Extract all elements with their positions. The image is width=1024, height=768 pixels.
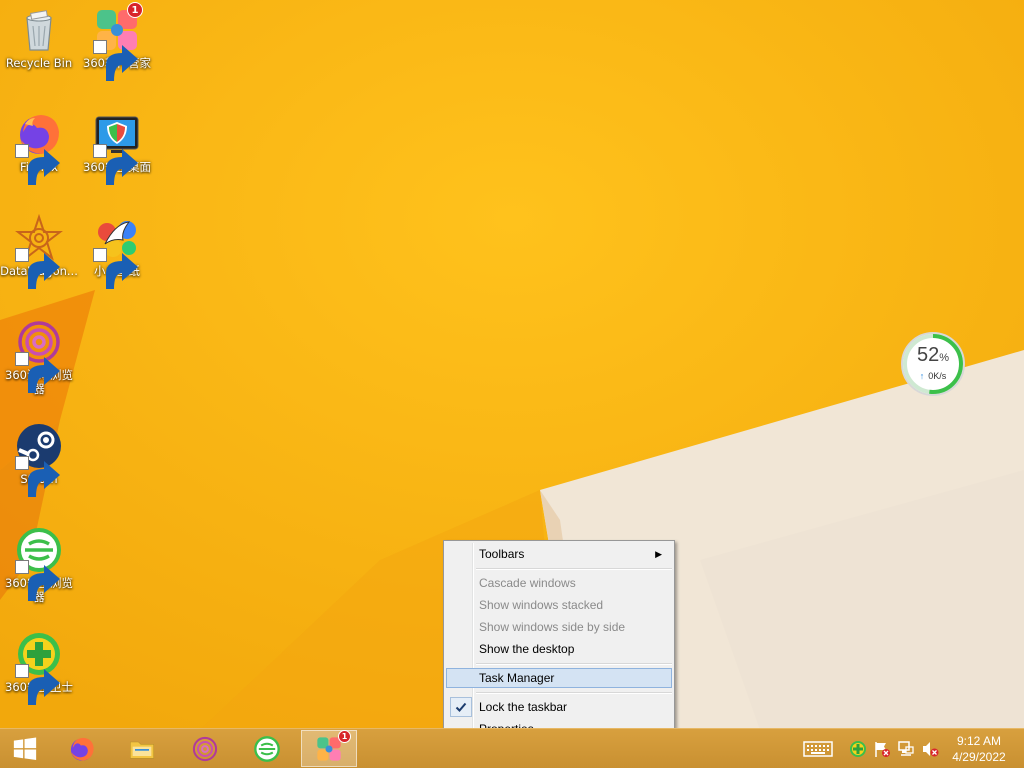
notification-badge: 1 (127, 2, 143, 18)
menu-item-task-manager[interactable]: Task Manager (446, 668, 672, 688)
360-guard-tray-icon (850, 741, 866, 757)
tray-action-center[interactable] (873, 740, 891, 758)
desktop-icon-bird-wallpaper[interactable]: 小鸟壁纸 (78, 214, 156, 289)
checkmark-icon (450, 697, 472, 717)
shortcut-arrow-icon (93, 248, 138, 289)
notification-badge: 1 (338, 729, 351, 743)
menu-separator (476, 568, 672, 570)
action-center-flag-icon (875, 742, 890, 757)
shortcut-arrow-icon (15, 352, 60, 393)
start-button[interactable] (0, 730, 50, 767)
shortcut-arrow-icon (15, 144, 60, 185)
taskbar-button-360-software-manager[interactable]: 1 (301, 729, 357, 767)
desktop-icon-360-software-manager[interactable]: 1 360软件管家 (78, 2, 156, 81)
shortcut-arrow-icon (15, 248, 60, 289)
memory-percent: 52% (916, 344, 950, 366)
shortcut-arrow-icon (15, 560, 60, 601)
shortcut-arrow-icon (93, 144, 138, 185)
menu-item-lock-the-taskbar[interactable]: Lock the taskbar (446, 697, 672, 717)
desktop-icon-recycle-bin[interactable]: Recycle Bin (0, 6, 78, 70)
firefox-icon (70, 737, 94, 761)
upload-arrow-icon: ↑ (919, 371, 925, 381)
desktop-icon-firefox[interactable]: Firefox (0, 110, 78, 185)
shortcut-arrow-icon (15, 664, 60, 705)
360-game-browser-icon (192, 736, 218, 761)
360-safe-browser-icon (254, 735, 280, 762)
folder-icon (130, 741, 154, 759)
menu-item-toolbars[interactable]: Toolbars ▶ (446, 544, 672, 564)
desktop-icon-360-security-guard[interactable]: 360安全卫士 (0, 630, 78, 705)
menu-item-cascade-windows: Cascade windows (479, 576, 576, 590)
taskbar-button-file-explorer[interactable] (114, 730, 170, 767)
taskbar-button-firefox[interactable] (54, 730, 110, 767)
volume-muted-icon (923, 742, 939, 757)
taskbar[interactable]: 1 9:12 AM 4/29/2022 (0, 728, 1024, 768)
tray-network[interactable] (897, 740, 915, 758)
desktop-icon-datawagon[interactable]: DataWagon... (0, 214, 78, 289)
menu-item-show-windows-side-by-side: Show windows side by side (479, 620, 626, 634)
desktop-icon-360-safe-desktop[interactable]: 360安全桌面 (78, 110, 156, 185)
network-speed-widget[interactable]: 52% ↑ 0K/s (900, 331, 966, 397)
taskbar-button-360-safe-browser[interactable] (239, 730, 295, 767)
desktop-icon-360-game-browser[interactable]: 360游戏浏览器 (0, 318, 78, 396)
clock-time: 9:12 AM (956, 734, 1002, 748)
menu-item-show-windows-stacked: Show windows stacked (479, 598, 604, 612)
submenu-arrow-icon: ▶ (655, 549, 662, 559)
taskbar-context-menu: Toolbars ▶ Cascade windows Show windows … (443, 540, 675, 742)
recycle-bin-icon (26, 10, 52, 51)
menu-separator (476, 692, 672, 694)
menu-separator (476, 663, 672, 665)
tray-keyboard[interactable] (803, 740, 833, 758)
windows-start-icon (13, 736, 37, 760)
shortcut-arrow-icon (15, 456, 60, 497)
clock-date: 4/29/2022 (952, 750, 1006, 764)
taskbar-button-360-game-browser[interactable] (177, 730, 233, 767)
desktop-icon-label: Recycle Bin (5, 56, 73, 70)
taskbar-clock[interactable]: 9:12 AM 4/29/2022 (938, 733, 1020, 765)
shortcut-arrow-icon (93, 40, 138, 81)
keyboard-icon (803, 741, 833, 757)
menu-item-show-the-desktop[interactable]: Show the desktop (446, 639, 672, 659)
tray-360-guard[interactable] (849, 740, 867, 758)
desktop-icon-steam[interactable]: Steam (0, 422, 78, 497)
desktop-icon-360-safe-browser[interactable]: 360安全浏览器 (0, 526, 78, 604)
network-icon (898, 741, 914, 756)
tray-volume[interactable] (921, 740, 939, 758)
network-rate: ↑ 0K/s (919, 371, 947, 381)
